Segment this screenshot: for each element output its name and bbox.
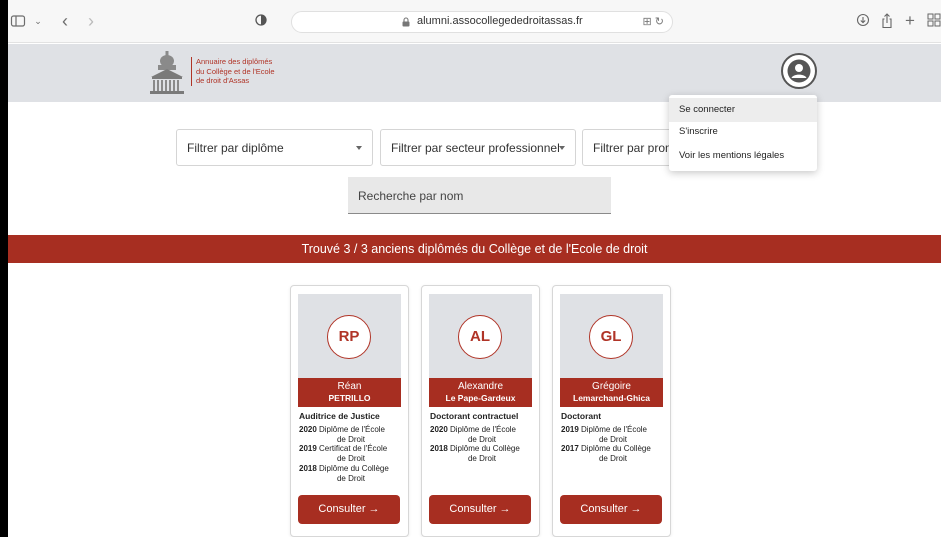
back-icon[interactable]: ‹ <box>57 12 73 30</box>
diploma-item: 2020 Diplôme de l'École de Droit <box>299 425 386 444</box>
download-icon[interactable] <box>855 13 871 29</box>
caret-down-icon <box>356 146 362 150</box>
diploma-item: 2017 Diplôme du Collège de Droit <box>561 444 651 464</box>
results-banner: Trouvé 3 / 3 anciens diplômés du Collège… <box>8 235 941 263</box>
diploma-filter-select[interactable]: Filtrer par diplôme <box>176 129 373 166</box>
last-name: Lemarchand-Ghica <box>573 393 650 403</box>
diploma-list: 2019 Diplôme de l'École de Droit 2017 Diplô… <box>561 425 665 464</box>
job-status: Doctorant contractuel <box>430 411 519 421</box>
new-tab-icon[interactable]: + <box>902 12 918 29</box>
job-status: Auditrice de Justice <box>299 411 380 421</box>
caret-down-icon <box>559 146 565 150</box>
menu-item-register[interactable]: S'inscrire <box>669 120 817 144</box>
diploma-item: 2020 Diplôme de l'École de Droit <box>430 425 517 444</box>
translate-reload-icons[interactable]: ⊞ ↻ <box>643 15 665 28</box>
card-photo: GL <box>560 294 663 378</box>
first-name: Réan <box>337 381 362 392</box>
sector-filter-select[interactable]: Filtrer par secteur professionnel <box>380 129 576 166</box>
first-name: Alexandre <box>457 381 504 392</box>
first-name: Grégoire <box>592 381 631 392</box>
address-bar[interactable]: alumni.assocollegededroitassas.fr ⊞ ↻ <box>291 11 673 33</box>
initials-avatar: RP <box>327 315 371 359</box>
initials-avatar: AL <box>458 315 502 359</box>
site-header: Annuaire des diplômés du Collège et de l… <box>0 44 941 102</box>
name-bar: Réan PETRILLO <box>298 378 401 407</box>
sidebar-icon[interactable] <box>10 13 26 29</box>
consult-button[interactable]: Consulter → <box>298 495 400 524</box>
initials-avatar: GL <box>589 315 633 359</box>
share-icon[interactable] <box>879 13 895 29</box>
site-title-line: du Collège et de l'Ecole <box>196 66 275 76</box>
forward-icon[interactable]: › <box>83 12 99 30</box>
diploma-list: 2020 Diplôme de l'École de Droit 2018 Diplô… <box>430 425 534 464</box>
last-name: PETRILLO <box>328 393 371 403</box>
url-text: alumni.assocollegededroitassas.fr <box>417 15 583 27</box>
consult-button[interactable]: Consulter → <box>560 495 662 524</box>
site-title-line: Annuaire des diplômés <box>196 57 273 66</box>
alumni-card[interactable]: AL Alexandre Le Pape-Gardeux Doctorant c… <box>421 285 540 537</box>
browser-toolbar: ⌄ ‹ › alumni.assocollegededroitassas.fr … <box>0 0 941 43</box>
pantheon-logo-icon[interactable] <box>148 50 186 96</box>
consult-button[interactable]: Consulter → <box>429 495 531 524</box>
account-menu: Se connecter S'inscrire Voir les mention… <box>669 95 817 171</box>
name-bar: Grégoire Lemarchand-Ghica <box>560 378 663 407</box>
card-photo: AL <box>429 294 532 378</box>
lock-icon <box>402 17 410 27</box>
diploma-item: 2018 Diplôme du Collège de Droit <box>299 463 389 483</box>
window-edge <box>0 0 8 537</box>
privacy-shield-icon[interactable] <box>253 13 269 29</box>
site-title-line: de droit d'Assas <box>196 76 250 85</box>
browser-window: ⌄ ‹ › alumni.assocollegededroitassas.fr … <box>0 0 941 537</box>
account-button[interactable] <box>781 53 817 89</box>
search-placeholder: Recherche par nom <box>358 189 464 203</box>
diploma-item: 2018 Diplôme du Collège de Droit <box>430 444 520 464</box>
diploma-filter-label: Filtrer par diplôme <box>187 141 284 155</box>
alumni-card[interactable]: RP Réan PETRILLO Auditrice de Justice 20… <box>290 285 409 537</box>
alumni-card[interactable]: GL Grégoire Lemarchand-Ghica Doctorant 2… <box>552 285 671 537</box>
menu-item-legal[interactable]: Voir les mentions légales <box>669 144 817 168</box>
diploma-item: 2019 Diplôme de l'École de Droit <box>561 425 648 444</box>
card-photo: RP <box>298 294 401 378</box>
menu-item-login[interactable]: Se connecter <box>669 98 817 122</box>
job-status: Doctorant <box>561 411 602 421</box>
site-title[interactable]: Annuaire des diplômés du Collège et de l… <box>191 57 275 86</box>
tab-overview-icon[interactable] <box>926 13 941 29</box>
last-name: Le Pape-Gardeux <box>445 393 516 403</box>
user-icon <box>787 59 811 83</box>
diploma-list: 2020 Diplôme de l'École de Droit 2019 Certi… <box>299 425 403 483</box>
name-bar: Alexandre Le Pape-Gardeux <box>429 378 532 407</box>
sector-filter-label: Filtrer par secteur professionnel <box>391 141 560 155</box>
diploma-item: 2019 Certificat de l'École de Droit <box>299 444 388 464</box>
name-search-input[interactable]: Recherche par nom <box>348 177 611 214</box>
chevron-down-icon[interactable]: ⌄ <box>30 13 46 29</box>
